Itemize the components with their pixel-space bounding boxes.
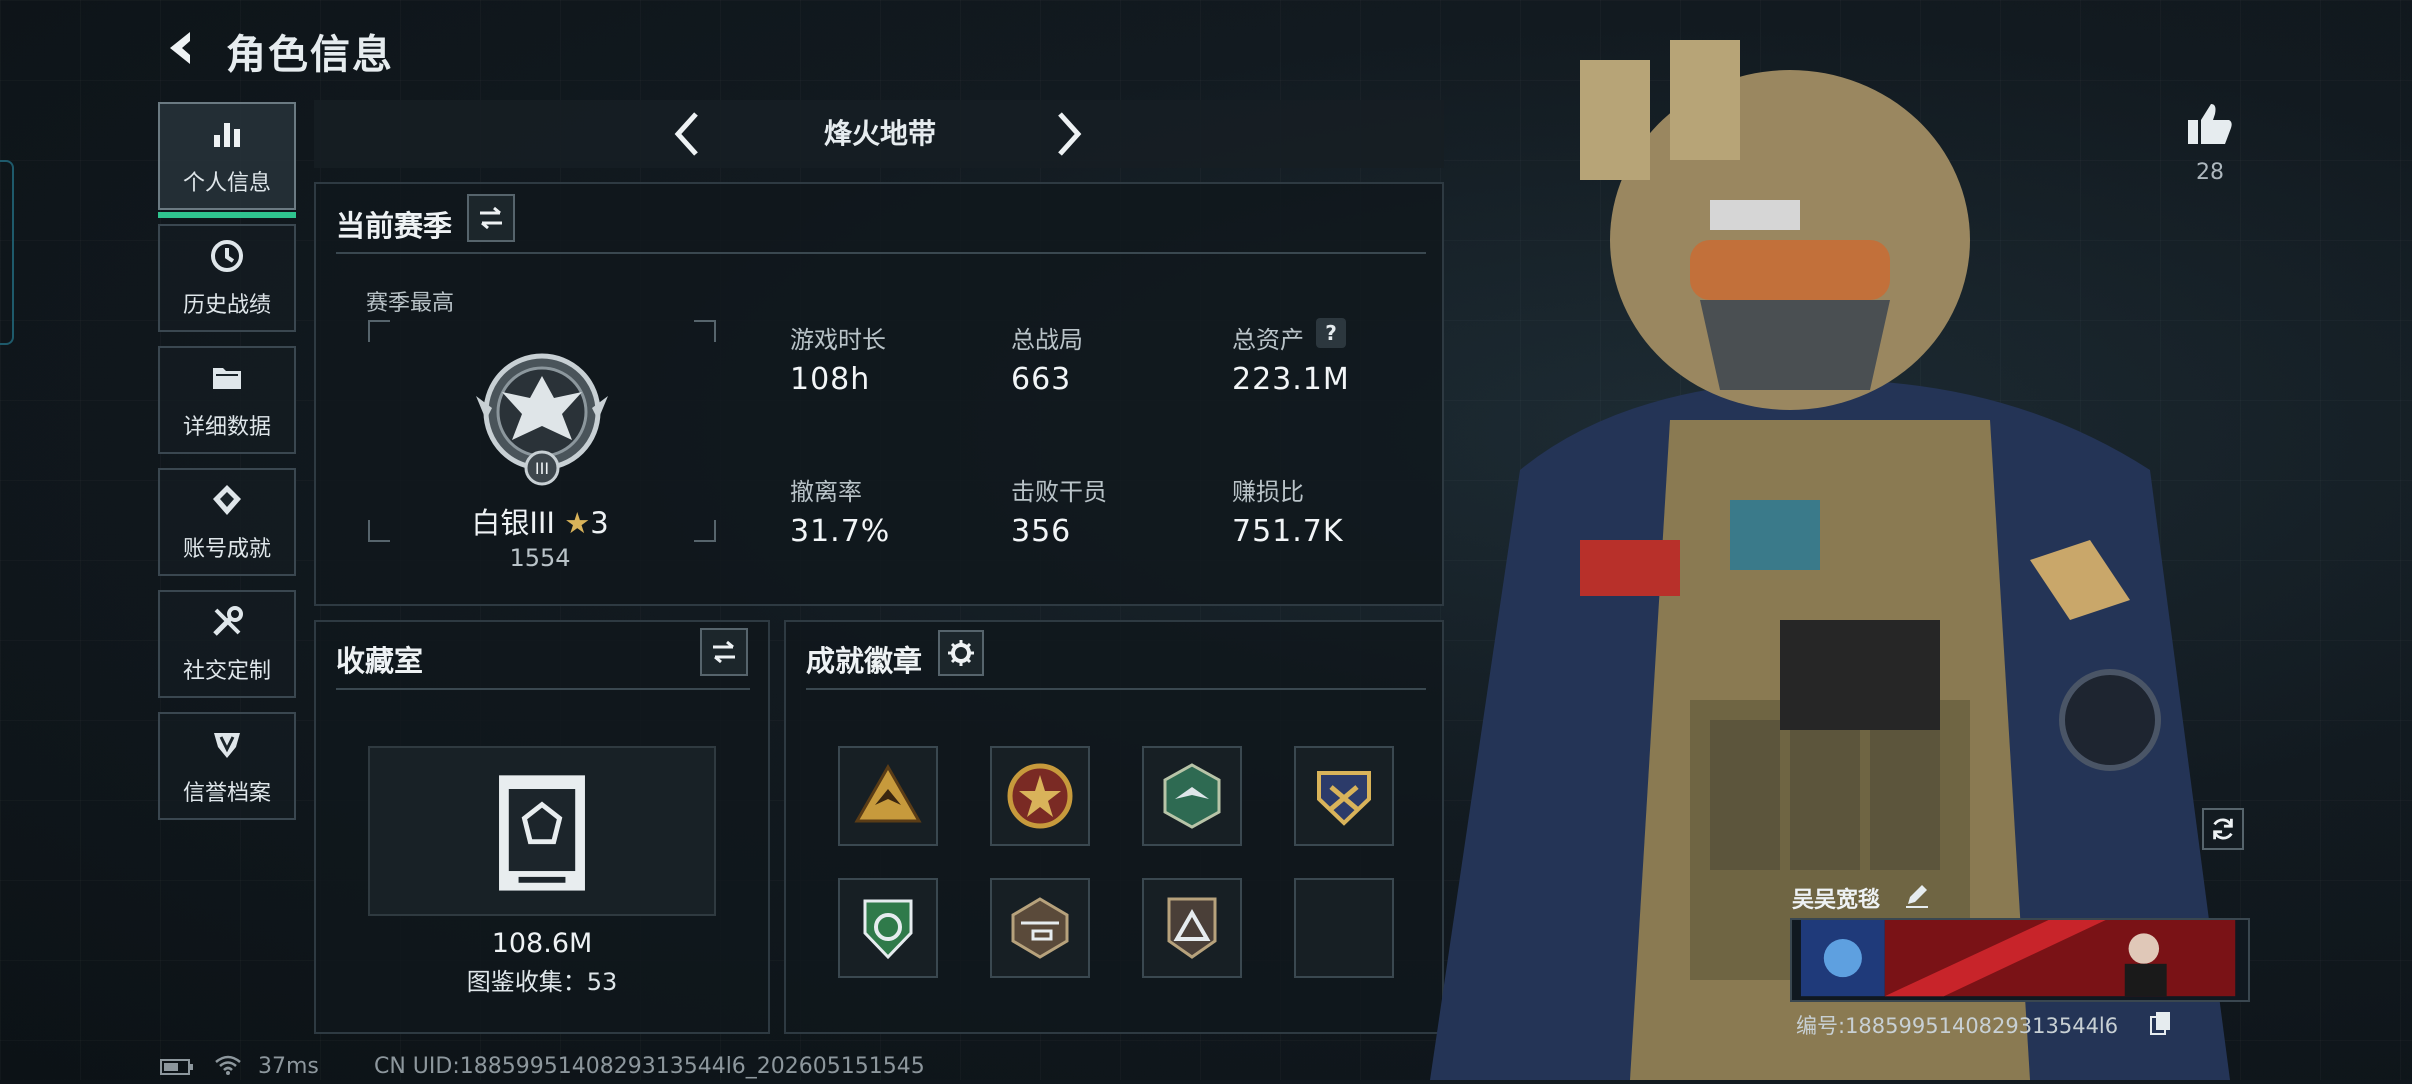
badges-settings-button[interactable] (938, 630, 984, 676)
page-title: 角色信息 (226, 32, 394, 78)
badge-triangle-mark[interactable] (1142, 878, 1242, 978)
season-switch-button[interactable] (467, 194, 515, 242)
collection-value: 108.6M (491, 928, 593, 959)
chevron-left-icon (674, 112, 698, 156)
mode-next-button[interactable] (1036, 104, 1096, 164)
nav-item-personal-info[interactable]: 个人信息 (158, 102, 296, 218)
edge-accent (0, 160, 14, 345)
nav-item-social-custom[interactable]: 社交定制 (158, 590, 296, 698)
mode-title: 烽火地带 (823, 117, 936, 150)
triangle-eagle-icon (854, 763, 922, 823)
hexagon-bird-icon (1163, 763, 1221, 829)
chevron-right-icon (1058, 112, 1082, 156)
rotate-icon (2213, 818, 2233, 840)
mode-prev-button[interactable] (660, 104, 720, 164)
nav-item-achievements[interactable]: 账号成就 (158, 468, 296, 576)
triangle-mark-icon (1167, 897, 1217, 959)
stat-label-playtime: 游戏时长 (790, 326, 886, 354)
stat-value-playtime: 108h (790, 362, 871, 397)
nav-label: 历史战绩 (182, 293, 271, 318)
gear-icon (948, 640, 974, 666)
folder-icon (213, 368, 241, 389)
stat-label-profit-ratio: 赚损比 (1232, 478, 1304, 506)
catalog-count: 53 (586, 968, 618, 996)
card-banner-image (1800, 920, 2236, 997)
wifi-icon (214, 1054, 242, 1076)
badge-triangle-eagle[interactable] (838, 746, 938, 846)
rotate-button[interactable] (2202, 808, 2244, 850)
nav-item-history[interactable]: 历史战绩 (158, 224, 296, 332)
star-seal-icon (1007, 763, 1073, 829)
vault-icon (499, 775, 585, 891)
battery-icon (160, 1058, 194, 1076)
nav-label: 个人信息 (182, 171, 271, 196)
swap-icon (480, 206, 502, 230)
rank-line: 白银III ★3 (370, 500, 710, 542)
tools-icon (213, 606, 243, 636)
green-shield-icon (863, 899, 913, 960)
stat-value-total-assets: 223.1M (1232, 362, 1350, 397)
player-card[interactable] (1790, 918, 2250, 1002)
like-button[interactable] (2185, 100, 2235, 148)
nav-label: 详细数据 (182, 415, 271, 440)
divider (336, 688, 750, 690)
catalog-label: 图鉴收集： (466, 968, 587, 996)
collection-switch-button[interactable] (700, 628, 748, 676)
swap-icon (713, 640, 735, 664)
silver-rank-icon: III (476, 353, 608, 486)
nav-item-reputation[interactable]: 信誉档案 (158, 712, 296, 820)
stat-value-kills: 356 (1011, 514, 1072, 549)
nav-label: 社交定制 (182, 659, 271, 684)
player-name: 吴吴宽毯 (1792, 888, 1881, 913)
nav-label: 账号成就 (182, 537, 271, 562)
stat-value-extraction-rate: 31.7% (790, 514, 891, 549)
badge-star-seal[interactable] (990, 746, 1090, 846)
help-icon[interactable]: ? (1316, 318, 1346, 348)
player-id: 编号:1885995140829313544l6 (1796, 1014, 2119, 1038)
copy-id-button[interactable] (2148, 1010, 2174, 1036)
stat-value-matches: 663 (1011, 362, 1072, 397)
shield-icon (214, 733, 240, 758)
season-best-label: 赛季最高 (366, 291, 455, 316)
bar-chart-icon (214, 123, 240, 147)
divider (806, 688, 1426, 690)
season-title: 当前赛季 (336, 209, 453, 243)
back-button[interactable] (160, 26, 204, 70)
badge-hexagon-bird[interactable] (1142, 746, 1242, 846)
like-count: 28 (2196, 160, 2224, 185)
badge-green-shield[interactable] (838, 878, 938, 978)
nav-item-detail-data[interactable]: 详细数据 (158, 346, 296, 454)
helicopter-icon (1011, 897, 1069, 959)
badges-title: 成就徽章 (806, 644, 923, 678)
divider (336, 252, 1426, 254)
stat-value-profit-ratio: 751.7K (1232, 514, 1344, 549)
rank-score: 1554 (509, 544, 571, 572)
nav-label: 信誉档案 (182, 781, 271, 806)
badge-helicopter[interactable] (990, 878, 1090, 978)
star-icon: ★ (564, 506, 591, 540)
copy-icon (2150, 1012, 2170, 1035)
edit-name-button[interactable] (1902, 880, 1932, 910)
stat-label-kills: 击败干员 (1011, 478, 1107, 506)
uid-text: CN UID:1885995140829313544l6_20260515154… (374, 1054, 925, 1079)
stat-label-matches: 总战局 (1011, 326, 1083, 354)
svg-text:III: III (535, 459, 549, 478)
stat-label-total-assets: 总资产 (1232, 326, 1304, 354)
clock-icon (211, 240, 243, 272)
rank-stars: 3 (590, 506, 609, 540)
collection-display[interactable] (368, 746, 716, 916)
back-arrow-icon (170, 32, 190, 64)
thumbs-up-icon (2188, 104, 2232, 144)
pencil-icon (1906, 885, 1928, 908)
frame-corner (694, 320, 716, 342)
rank-emblem: III (472, 348, 612, 490)
ping-value: 37ms (258, 1054, 319, 1079)
catalog-line: 图鉴收集：53 (368, 962, 716, 997)
rank-name: 白银III (471, 506, 555, 540)
stat-label-extraction-rate: 撤离率 (790, 478, 862, 506)
achievement-icon (213, 485, 241, 515)
frame-corner (368, 320, 390, 342)
collection-title: 收藏室 (336, 644, 424, 678)
